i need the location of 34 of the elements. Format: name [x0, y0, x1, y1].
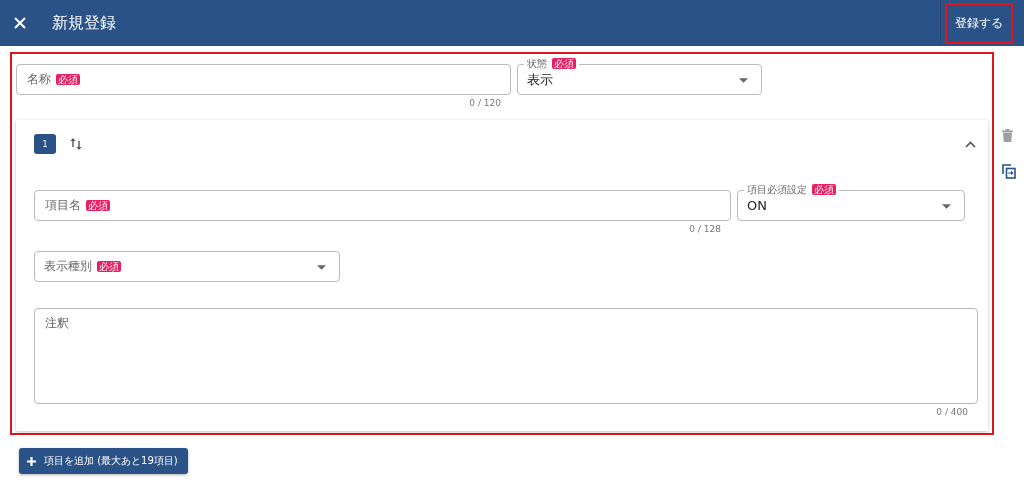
add-item-button[interactable]: 項目を追加 (最大あと19項目): [19, 448, 188, 474]
note-field[interactable]: 注釈: [34, 308, 978, 404]
dropdown-caret-icon: [739, 78, 748, 83]
dropdown-caret-icon: [317, 265, 326, 270]
select-value: 表示: [527, 70, 553, 89]
display-type-select[interactable]: 表示種別 必須: [34, 251, 340, 282]
required-badge: 必須: [552, 58, 576, 69]
character-counter: 0 / 400: [936, 407, 968, 417]
required-badge: 必須: [812, 184, 836, 195]
field-placeholder: 注釈: [45, 315, 69, 332]
select-value: ON: [747, 198, 767, 213]
collapse-chevron-icon[interactable]: [965, 140, 976, 148]
field-label: 名称: [27, 71, 51, 88]
field-label: 状態: [527, 57, 547, 70]
item-name-field[interactable]: 項目名 必須: [34, 190, 731, 221]
field-label: 表示種別: [44, 258, 92, 275]
copy-icon[interactable]: [1002, 164, 1016, 179]
character-counter: 0 / 128: [689, 224, 721, 234]
field-label: 項目必須設定: [747, 183, 807, 196]
register-button[interactable]: 登録する: [949, 6, 1009, 40]
required-setting-select[interactable]: 項目必須設定 必須 ON: [737, 183, 965, 221]
delete-icon[interactable]: [1002, 129, 1013, 142]
required-badge: 必須: [56, 74, 80, 85]
sort-icon[interactable]: [70, 137, 82, 151]
dropdown-caret-icon: [942, 204, 951, 209]
item-number: 1: [34, 134, 56, 154]
name-field[interactable]: 名称 必須: [16, 64, 511, 95]
required-badge: 必須: [97, 261, 121, 272]
required-badge: 必須: [86, 200, 110, 211]
page-title: 新規登録: [52, 12, 116, 34]
field-label: 項目名: [45, 197, 81, 214]
status-select[interactable]: 状態 必須 表示: [517, 57, 762, 95]
plus-icon: [27, 456, 36, 466]
character-counter: 0 / 120: [469, 98, 501, 108]
